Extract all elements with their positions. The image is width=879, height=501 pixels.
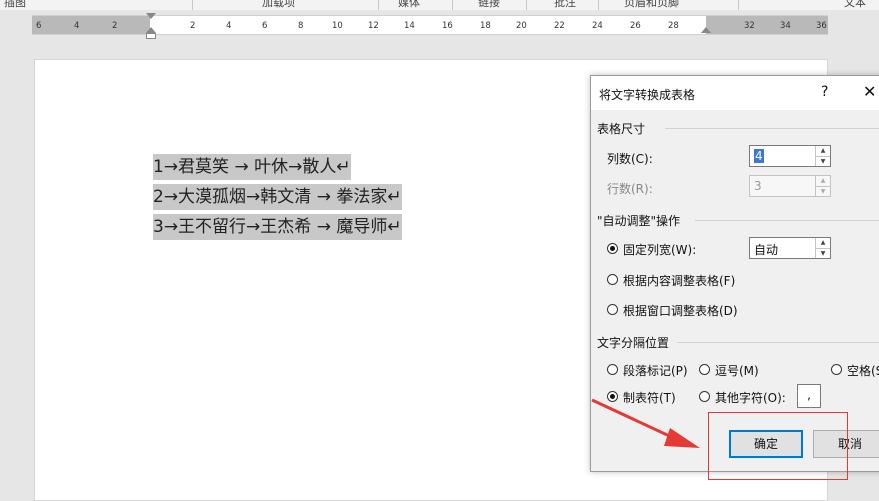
autofit-window-label[interactable]: 根据窗口调整表格(D) bbox=[623, 302, 738, 319]
fixed-width-radio[interactable] bbox=[607, 243, 618, 254]
stepper-down-icon[interactable]: ▼ bbox=[816, 157, 830, 167]
section-separator: 文字分隔位置 bbox=[597, 336, 670, 350]
ribbon-group-media[interactable]: 媒体 bbox=[398, 0, 420, 10]
stepper-down-icon: ▼ bbox=[820, 188, 826, 195]
rows-stepper: 3 ▲ ▼ bbox=[749, 175, 831, 197]
ruler-tick: 8 bbox=[298, 21, 304, 31]
section-divider bbox=[695, 220, 879, 221]
selected-text: 2→大漠孤烟→韩文清 → 拳法家↵ bbox=[153, 184, 402, 210]
ruler-tick: 34 bbox=[780, 21, 791, 31]
first-line-indent-marker[interactable] bbox=[146, 13, 156, 19]
ruler-tick: 6 bbox=[262, 21, 268, 31]
section-table-size: 表格尺寸 bbox=[597, 122, 646, 136]
ribbon-group-illustrations[interactable]: 插图 bbox=[4, 0, 26, 10]
fixed-width-stepper[interactable]: 自动 ▲ ▼ bbox=[749, 237, 831, 259]
ruler-tick: 14 bbox=[404, 21, 415, 31]
ruler-margin-right bbox=[706, 16, 828, 34]
ruler-tick: 28 bbox=[668, 21, 679, 31]
paragraph-mark-radio[interactable] bbox=[607, 364, 618, 375]
comma-label[interactable]: 逗号(M) bbox=[715, 362, 759, 379]
ribbon-separator bbox=[598, 0, 599, 10]
ruler-tick: 10 bbox=[332, 21, 343, 31]
ribbon-separator bbox=[452, 0, 453, 10]
fixed-width-label[interactable]: 固定列宽(W): bbox=[623, 241, 696, 258]
fixed-width-stepper-buttons[interactable]: ▲ ▼ bbox=[815, 238, 830, 258]
ruler-tick: 2 bbox=[112, 21, 118, 31]
document-line[interactable]: 3→王不留行→王杰希 → 魔导师↵ bbox=[153, 212, 402, 242]
paragraph-mark-label[interactable]: 段落标记(P) bbox=[623, 362, 688, 379]
dialog-titlebar[interactable]: 将文字转换成表格 ? ✕ bbox=[591, 76, 879, 110]
comma-radio[interactable] bbox=[699, 364, 710, 375]
section-divider bbox=[677, 342, 879, 343]
rows-value: 3 bbox=[754, 179, 762, 193]
close-icon[interactable]: ✕ bbox=[863, 82, 876, 101]
rows-label: 行数(R): bbox=[607, 182, 653, 196]
autofit-content-radio[interactable] bbox=[607, 274, 618, 285]
ruler-tick: 24 bbox=[592, 21, 603, 31]
fixed-width-value: 自动 bbox=[754, 243, 779, 257]
stepper-up-icon[interactable]: ▲ bbox=[816, 238, 830, 249]
document-line[interactable]: 2→大漠孤烟→韩文清 → 拳法家↵ bbox=[153, 182, 402, 212]
other-char-input[interactable]: , bbox=[797, 384, 821, 408]
selected-text: 3→王不留行→王杰希 → 魔导师↵ bbox=[153, 214, 402, 240]
document-line[interactable]: 1→君莫笑 → 叶休→散人↵ bbox=[153, 152, 402, 182]
ruler-tick: 4 bbox=[74, 21, 80, 31]
columns-label: 列数(C): bbox=[607, 152, 653, 166]
ruler-tick: 2 bbox=[190, 21, 196, 31]
ribbon-group-text[interactable]: 文本 bbox=[844, 0, 866, 10]
ruler-tick: 36 bbox=[816, 21, 827, 31]
stepper-up-icon[interactable]: ▲ bbox=[816, 146, 830, 157]
ribbon-group-links[interactable]: 链接 bbox=[478, 0, 500, 10]
space-label[interactable]: 空格(S) bbox=[847, 362, 879, 379]
ribbon-separator bbox=[526, 0, 527, 10]
ruler-tick: 16 bbox=[442, 21, 453, 31]
annotation-highlight-box bbox=[708, 412, 848, 480]
autofit-content-label[interactable]: 根据内容调整表格(F) bbox=[623, 272, 735, 289]
section-divider bbox=[665, 128, 879, 129]
document-body[interactable]: 1→君莫笑 → 叶休→散人↵ 2→大漠孤烟→韩文清 → 拳法家↵ 3→王不留行→… bbox=[153, 152, 402, 242]
right-indent-marker[interactable] bbox=[701, 27, 711, 33]
ruler-tick: 26 bbox=[630, 21, 641, 31]
rows-stepper-buttons: ▲ ▼ bbox=[815, 176, 830, 196]
selected-text: 1→君莫笑 → 叶休→散人↵ bbox=[153, 154, 351, 180]
ribbon-separator bbox=[738, 0, 739, 10]
stepper-down-icon[interactable]: ▼ bbox=[816, 249, 830, 259]
ruler-tick: 22 bbox=[554, 21, 565, 31]
ribbon-group-header-footer[interactable]: 页眉和页脚 bbox=[624, 0, 679, 10]
dialog-title: 将文字转换成表格 bbox=[599, 88, 696, 102]
ruler-tick: 6 bbox=[36, 21, 42, 31]
ruler-tick: 4 bbox=[226, 21, 232, 31]
other-char-label[interactable]: 其他字符(O): bbox=[715, 389, 786, 406]
ribbon-separator bbox=[192, 0, 193, 10]
left-indent-marker[interactable] bbox=[146, 33, 156, 39]
ruler-tick: 20 bbox=[516, 21, 527, 31]
ruler-tick: 12 bbox=[368, 21, 379, 31]
ribbon-group-addins[interactable]: 加载项 bbox=[262, 0, 295, 10]
columns-stepper-buttons[interactable]: ▲ ▼ bbox=[815, 146, 830, 166]
ruler-tick: 18 bbox=[480, 21, 491, 31]
columns-value: 4 bbox=[754, 149, 764, 163]
ruler-tick: 32 bbox=[744, 21, 755, 31]
section-autofit: "自动调整"操作 bbox=[597, 214, 681, 228]
help-icon[interactable]: ? bbox=[821, 84, 828, 100]
ribbon-group-comments[interactable]: 批注 bbox=[554, 0, 576, 10]
space-radio[interactable] bbox=[831, 364, 842, 375]
columns-stepper[interactable]: 4 ▲ ▼ bbox=[749, 145, 831, 167]
ribbon-separator bbox=[378, 0, 379, 10]
annotation-arrow-icon bbox=[591, 398, 700, 448]
ribbon-strip: 插图 加载项 媒体 链接 批注 页眉和页脚 文本 bbox=[0, 0, 879, 10]
ruler-margin-left bbox=[32, 16, 150, 34]
stepper-up-icon: ▲ bbox=[816, 176, 830, 187]
autofit-window-radio[interactable] bbox=[607, 304, 618, 315]
